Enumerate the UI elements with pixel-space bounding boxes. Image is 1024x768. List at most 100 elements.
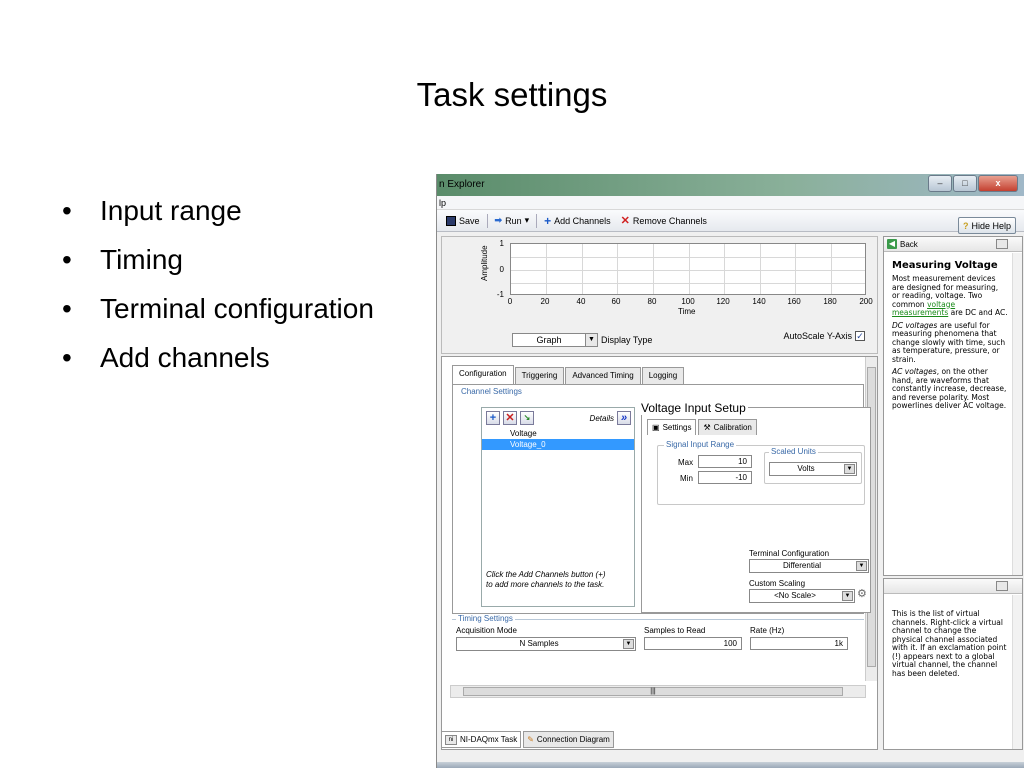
x-tick: 120 bbox=[716, 297, 730, 306]
autoscale-label: AutoScale Y-Axis bbox=[783, 331, 852, 341]
task-icon: ni bbox=[445, 734, 457, 745]
toolbar-separator bbox=[536, 213, 538, 228]
main-panel: 1 0 -1 Amplitude 0 20 40 60 80 100 120 1… bbox=[441, 236, 878, 750]
autoscale-checkbox[interactable]: ✓ bbox=[855, 331, 865, 341]
back-label[interactable]: Back bbox=[900, 240, 918, 249]
run-label: Run bbox=[505, 215, 522, 226]
title-bar[interactable]: n Explorer – □ x bbox=[437, 174, 1024, 196]
settings-icon: ▣ bbox=[652, 423, 660, 432]
tab-configuration[interactable]: Configuration bbox=[452, 365, 514, 384]
tab-calibration[interactable]: ⚒ Calibration bbox=[698, 419, 757, 435]
bottom-tabs: ni NI-DAQmx Task ✎ Connection Diagram bbox=[441, 731, 614, 748]
signal-input-range-label: Signal Input Range bbox=[664, 440, 737, 449]
timing-settings-label: Timing Settings bbox=[456, 614, 515, 623]
menu-bar: lp bbox=[437, 196, 1024, 210]
help-header: ◀ Back bbox=[884, 237, 1022, 252]
add-channels-button[interactable]: + Add Channels bbox=[541, 212, 614, 230]
tab-connection-diagram[interactable]: ✎ Connection Diagram bbox=[523, 731, 614, 748]
x-tick: 160 bbox=[787, 297, 801, 306]
context-help-scrollbar[interactable] bbox=[1012, 595, 1022, 749]
list-item[interactable]: Voltage bbox=[482, 428, 634, 439]
samples-to-read-input[interactable]: 100 bbox=[644, 637, 742, 650]
chevron-down-icon: ▼ bbox=[856, 561, 867, 571]
channel-list: + ✕ ↘ Details» Voltage Voltage_0 Click t… bbox=[481, 407, 635, 607]
display-type-value: Graph bbox=[536, 335, 562, 345]
bullet-list: Input range Timing Terminal configuratio… bbox=[62, 186, 374, 382]
run-arrow-icon: ➡ bbox=[494, 215, 503, 225]
bullet-item: Input range bbox=[62, 186, 374, 235]
terminal-config-value: Differential bbox=[782, 561, 822, 570]
run-dropdown-icon[interactable]: ▾ bbox=[525, 215, 530, 226]
maximize-button[interactable]: □ bbox=[953, 175, 977, 192]
remove-channels-button[interactable]: ✕ Remove Channels bbox=[618, 212, 710, 229]
waveform-plot[interactable] bbox=[510, 243, 866, 295]
channel-settings-label: Channel Settings bbox=[461, 387, 522, 396]
custom-scaling-label: Custom Scaling bbox=[749, 579, 806, 588]
acquisition-mode-label: Acquisition Mode bbox=[456, 626, 517, 635]
x-tick: 80 bbox=[647, 297, 657, 306]
x-tick: 0 bbox=[507, 297, 513, 306]
x-tick: 200 bbox=[859, 297, 873, 306]
menu-help[interactable]: lp bbox=[439, 198, 446, 208]
bullet-item: Terminal configuration bbox=[62, 284, 374, 333]
run-button[interactable]: ➡ Run ▾ bbox=[492, 213, 533, 228]
context-help-panel: This is the list of virtual channels. Ri… bbox=[883, 578, 1023, 750]
terminal-config-select[interactable]: Differential ▼ bbox=[749, 559, 869, 573]
horizontal-scrollbar[interactable]: ||| bbox=[450, 685, 866, 698]
channel-settings-group: Channel Settings + ✕ ↘ Details» Voltage … bbox=[461, 387, 871, 615]
channel-action-icon[interactable]: ↘ bbox=[520, 411, 534, 425]
list-item-selected[interactable]: Voltage_0 bbox=[482, 439, 634, 450]
x-tick: 40 bbox=[576, 297, 586, 306]
plus-icon: + bbox=[544, 213, 552, 228]
save-button[interactable]: Save bbox=[443, 214, 483, 228]
chevron-down-icon: ▼ bbox=[623, 639, 634, 649]
samples-to-read-label: Samples to Read bbox=[644, 626, 706, 635]
status-strip bbox=[437, 762, 1024, 768]
tab-advanced-timing[interactable]: Advanced Timing bbox=[565, 367, 641, 384]
toolbar: Save ➡ Run ▾ + Add Channels ✕ Remove Channel… bbox=[437, 210, 1024, 232]
tab-settings-label: Settings bbox=[662, 423, 692, 432]
chevron-down-icon: ▼ bbox=[842, 591, 853, 601]
help-icon: ? bbox=[962, 220, 969, 231]
bullet-item: Timing bbox=[62, 235, 374, 284]
diagram-icon: ✎ bbox=[527, 734, 534, 744]
details-toggle[interactable]: Details» bbox=[590, 411, 631, 425]
close-button[interactable]: x bbox=[978, 175, 1018, 192]
custom-scaling-value: <No Scale> bbox=[774, 591, 816, 600]
tab-logging[interactable]: Logging bbox=[641, 367, 685, 384]
x-axis-label: Time bbox=[678, 307, 696, 316]
scaled-units-label: Scaled Units bbox=[769, 447, 818, 456]
config-tabs: Configuration Triggering Advanced Timing… bbox=[452, 365, 685, 384]
tab-calibration-label: Calibration bbox=[713, 423, 752, 432]
help-panel: ◀ Back Measuring Voltage Most measurement… bbox=[883, 236, 1023, 576]
x-remove-icon: ✕ bbox=[620, 215, 630, 227]
remove-channel-button[interactable]: ✕ bbox=[503, 411, 517, 425]
add-channel-button[interactable]: + bbox=[486, 411, 500, 425]
graph-area: 1 0 -1 Amplitude 0 20 40 60 80 100 120 1… bbox=[441, 236, 878, 354]
wrench-icon[interactable]: ⚙ bbox=[857, 587, 867, 600]
tab-settings[interactable]: ▣ Settings bbox=[647, 419, 697, 435]
rate-label: Rate (Hz) bbox=[750, 626, 785, 635]
custom-scaling-select[interactable]: <No Scale> ▼ bbox=[749, 589, 855, 603]
max-input[interactable]: 10 bbox=[698, 455, 752, 468]
tab-nidaqmx-task[interactable]: ni NI-DAQmx Task bbox=[441, 731, 522, 748]
tab-triggering[interactable]: Triggering bbox=[514, 367, 565, 384]
hide-help-button[interactable]: ? Hide Help bbox=[957, 217, 1016, 234]
context-help-header bbox=[884, 579, 1022, 594]
minimize-button[interactable]: – bbox=[928, 175, 952, 192]
rate-input[interactable]: 1k bbox=[750, 637, 848, 650]
voltage-setup-title: Voltage Input Setup bbox=[639, 401, 748, 415]
min-input[interactable]: -10 bbox=[698, 471, 752, 484]
terminal-config-label: Terminal Configuration bbox=[749, 549, 830, 558]
configuration-panel: Channel Settings + ✕ ↘ Details» Voltage … bbox=[452, 384, 871, 615]
scaled-units-select[interactable]: Volts ▼ bbox=[769, 462, 857, 476]
details-label: Details bbox=[589, 413, 614, 423]
acquisition-mode-select[interactable]: N Samples ▼ bbox=[456, 637, 636, 651]
display-type-select[interactable]: Graph ▼ bbox=[512, 333, 598, 347]
pin-icon[interactable] bbox=[996, 581, 1008, 591]
help-scrollbar[interactable] bbox=[1012, 253, 1022, 575]
pin-icon[interactable] bbox=[996, 239, 1008, 249]
context-help-text: This is the list of virtual channels. Ri… bbox=[892, 609, 1007, 678]
back-arrow-icon[interactable]: ◀ bbox=[887, 239, 897, 249]
help-paragraph: AC voltages, on the other hand, are wave… bbox=[892, 367, 1007, 410]
